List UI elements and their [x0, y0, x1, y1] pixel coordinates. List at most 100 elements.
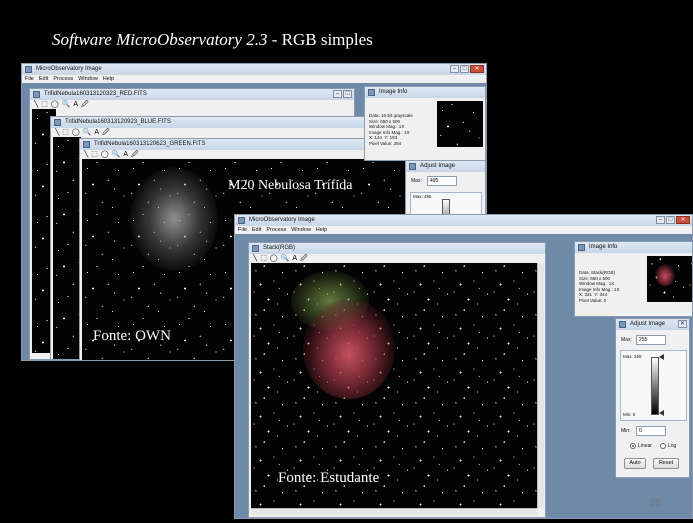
front-adjust-titlebar[interactable]: Adjust Image ✕	[616, 319, 689, 330]
doc-stack-titlebar[interactable]: Stack(RGB)	[249, 243, 545, 254]
doc-stack-toolbar: ╲ ⬚ ◯ 🔍 A 🖉	[249, 254, 545, 263]
line-tool-icon[interactable]: ╲	[55, 129, 59, 137]
maximize-icon[interactable]: □	[343, 90, 352, 98]
doc-icon	[252, 245, 259, 252]
back-adjust-titlebar[interactable]: Adjust Image	[406, 161, 485, 172]
info-icon	[368, 89, 375, 96]
menu-edit[interactable]: Edit	[252, 226, 261, 234]
rect-select-tool-icon[interactable]: ⬚	[41, 101, 48, 109]
back-app-titlebar[interactable]: MicroObservatory Image – □ ✕	[22, 64, 486, 75]
menu-window[interactable]: Window	[291, 226, 311, 234]
back-image-info-panel: Image Info Data: 16-bit grayscale Size: …	[364, 86, 486, 161]
ellipse-tool-icon[interactable]: ◯	[101, 151, 109, 159]
front-info-titlebar[interactable]: Image Info	[575, 242, 692, 253]
minimize-icon[interactable]: –	[656, 216, 665, 224]
slide-page-number: 26	[649, 497, 662, 509]
back-info-titlebar[interactable]: Image Info	[365, 87, 485, 98]
menu-file[interactable]: File	[25, 75, 34, 83]
stack-horizontal-scrollbar[interactable]	[251, 508, 537, 515]
adjust-icon	[409, 163, 416, 170]
front-adjust-image-panel: Adjust Image ✕ Max: 255 Max: 255 Min: 0 M…	[615, 318, 690, 478]
front-image-info-panel: Image Info Data: Stack(RGB) Size: 650 x …	[574, 241, 692, 317]
front-max-slider-label: Max: 255	[623, 354, 642, 359]
doc-red-toolbar: ╲ ⬚ ◯ 🔍 A 🖉	[30, 100, 354, 109]
menu-help[interactable]: Help	[316, 226, 327, 234]
thumbnail-nebula	[655, 264, 675, 286]
magnify-tool-icon[interactable]: 🔍	[112, 151, 121, 159]
magnify-tool-icon[interactable]: 🔍	[281, 255, 290, 263]
doc-blue-toolbar: ╲ ⬚ ◯ 🔍 A 🖉	[51, 128, 367, 137]
back-max-slider-label: Max: 495	[413, 194, 432, 199]
back-info-thumbnail	[437, 101, 483, 147]
linear-radio[interactable]	[630, 443, 636, 449]
doc-icon	[54, 119, 61, 126]
presentation-slide: Software MicroObservatory 2.3 - RGB simp…	[0, 0, 693, 523]
back-max-field[interactable]: 495	[427, 176, 457, 186]
front-max-label: Max:	[621, 337, 632, 343]
magnify-tool-icon[interactable]: 🔍	[83, 129, 92, 137]
front-min-slider-label: Min: 0	[623, 412, 636, 417]
caption-fonte-estudante: Fonte: Estudante	[278, 470, 380, 486]
doc-green-title: TrifidNebula160313120623_GREEN.FITS	[94, 141, 206, 147]
minimize-icon[interactable]: –	[333, 90, 342, 98]
doc-blue-titlebar[interactable]: TrifidNebula160313120923_BLUE.FITS	[51, 117, 367, 128]
maximize-icon[interactable]: □	[460, 65, 469, 73]
text-tool-icon[interactable]: A	[73, 101, 78, 109]
doc-icon	[83, 141, 90, 148]
maximize-icon[interactable]: □	[666, 216, 675, 224]
text-tool-icon[interactable]: A	[94, 129, 99, 137]
minimize-icon[interactable]: –	[450, 65, 459, 73]
front-max-handle[interactable]	[659, 354, 664, 360]
slide-title: Software MicroObservatory 2.3 - RGB simp…	[52, 30, 373, 50]
doc-red-title: TrifidNebula160313120323_RED.FITS	[44, 91, 147, 97]
text-tool-icon[interactable]: A	[292, 255, 297, 263]
line-tool-icon[interactable]: ╲	[34, 101, 38, 109]
menu-process[interactable]: Process	[53, 75, 73, 83]
menu-edit[interactable]: Edit	[39, 75, 48, 83]
close-icon[interactable]: ✕	[676, 216, 690, 224]
front-info-thumbnail	[647, 256, 692, 302]
adjust-icon	[619, 321, 626, 328]
back-info-title: Image Info	[379, 89, 408, 95]
magnify-tool-icon[interactable]: 🔍	[62, 101, 71, 109]
back-app-title: MicroObservatory Image	[36, 66, 102, 72]
rect-select-tool-icon[interactable]: ⬚	[91, 151, 98, 159]
ellipse-tool-icon[interactable]: ◯	[51, 101, 59, 109]
auto-button[interactable]: Auto	[624, 458, 646, 469]
log-radio[interactable]	[660, 443, 666, 449]
linear-radio-label: Linear	[638, 443, 652, 449]
front-stretch-bar[interactable]	[651, 357, 659, 415]
stack-vertical-scrollbar[interactable]	[537, 263, 544, 508]
line-tool-icon[interactable]: ╲	[253, 255, 257, 263]
pencil-tool-icon[interactable]: 🖉	[81, 101, 88, 109]
reset-button[interactable]: Reset	[653, 458, 679, 469]
menu-help[interactable]: Help	[103, 75, 114, 83]
menu-file[interactable]: File	[238, 226, 247, 234]
line-tool-icon[interactable]: ╲	[84, 151, 88, 159]
doc-blue-title: TrifidNebula160313120923_BLUE.FITS	[65, 119, 171, 125]
text-tool-icon[interactable]: A	[123, 151, 128, 159]
close-icon[interactable]: ✕	[470, 65, 484, 73]
front-app-titlebar[interactable]: MicroObservatory Image – □ ✕	[235, 215, 692, 226]
doc-icon	[33, 91, 40, 98]
pencil-tool-icon[interactable]: 🖉	[300, 255, 307, 263]
rect-select-tool-icon[interactable]: ⬚	[260, 255, 267, 263]
log-radio-label: Log	[668, 443, 677, 449]
info-icon	[578, 244, 585, 251]
front-min-handle[interactable]	[659, 410, 664, 416]
pencil-tool-icon[interactable]: 🖉	[102, 129, 109, 137]
ellipse-tool-icon[interactable]: ◯	[270, 255, 278, 263]
front-max-field[interactable]: 255	[636, 335, 666, 345]
rect-select-tool-icon[interactable]: ⬚	[62, 129, 69, 137]
doc-red-titlebar[interactable]: TrifidNebula160313120323_RED.FITS – □	[30, 89, 354, 100]
menu-process[interactable]: Process	[266, 226, 286, 234]
front-adjust-title: Adjust Image	[630, 321, 666, 327]
close-icon[interactable]: ✕	[678, 320, 687, 328]
caption-m20-nebula: M20 Nebulosa Trífida	[228, 178, 353, 193]
front-min-field[interactable]: 0	[636, 426, 666, 436]
ellipse-tool-icon[interactable]: ◯	[72, 129, 80, 137]
blue-channel-image[interactable]	[53, 137, 81, 359]
slide-title-software: Software MicroObservatory 2.3	[52, 30, 268, 49]
pencil-tool-icon[interactable]: 🖉	[131, 151, 138, 159]
menu-window[interactable]: Window	[78, 75, 98, 83]
